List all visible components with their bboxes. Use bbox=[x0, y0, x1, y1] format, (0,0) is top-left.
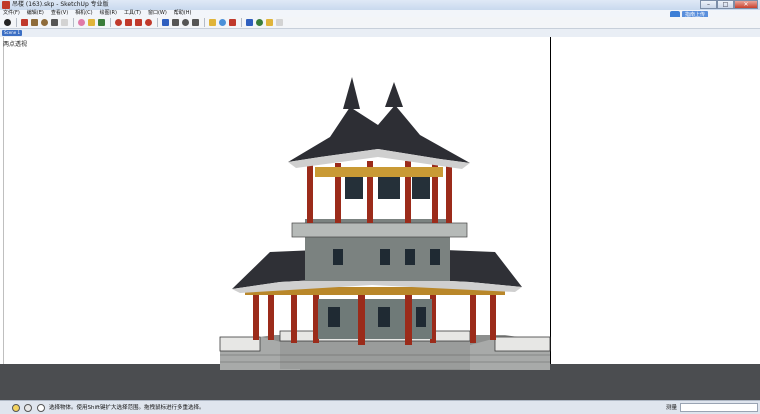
menu-bar: 文件(F) 编辑(E) 查看(V) 相机(C) 绘图(R) 工具(T) 窗口(W… bbox=[0, 10, 760, 17]
move-tool[interactable] bbox=[124, 18, 133, 27]
scene-tab-1[interactable]: Scene 1 bbox=[2, 30, 22, 36]
magnifier-icon bbox=[182, 19, 189, 26]
measurements-label: 测量 bbox=[666, 405, 678, 411]
toolbar-separator bbox=[110, 18, 111, 27]
menu-help[interactable]: 帮助(H) bbox=[174, 10, 192, 17]
window-title: 吊楼 (163).skp - SketchUp 专业版 bbox=[12, 1, 109, 8]
rotate-tool[interactable] bbox=[134, 18, 143, 27]
arc-tool[interactable] bbox=[50, 18, 59, 27]
circle-icon bbox=[41, 19, 48, 26]
toolbar-separator bbox=[16, 18, 17, 27]
circle-tool[interactable] bbox=[40, 18, 49, 27]
move-icon bbox=[125, 19, 132, 26]
tape-icon bbox=[88, 19, 95, 26]
eraser-icon bbox=[78, 19, 85, 26]
offset-icon bbox=[145, 19, 152, 26]
zoom-extents-tool[interactable] bbox=[191, 18, 200, 27]
pencil-icon bbox=[21, 19, 28, 26]
orbit-icon bbox=[162, 19, 169, 26]
help-icon[interactable] bbox=[37, 404, 45, 412]
arc-icon bbox=[51, 19, 58, 26]
zoom-extents-icon bbox=[192, 19, 199, 26]
pushpull-icon bbox=[115, 19, 122, 26]
status-message: 选择物体。使用Shift键扩大选择范围。拖拽鼠标进行多重选择。 bbox=[49, 405, 205, 411]
styles-tool[interactable] bbox=[265, 18, 274, 27]
share-model-tool[interactable] bbox=[218, 18, 227, 27]
sketchup-window: 吊楼 (163).skp - SketchUp 专业版 – □ ✕ 文件(F) … bbox=[0, 0, 760, 414]
toolbar-separator bbox=[241, 18, 242, 27]
toolbar-separator bbox=[73, 18, 74, 27]
component-icon bbox=[61, 19, 68, 26]
share-icon bbox=[219, 19, 226, 26]
warehouse-tool[interactable] bbox=[208, 18, 217, 27]
hand-icon bbox=[172, 19, 179, 26]
bucket-icon bbox=[98, 19, 105, 26]
menu-tools[interactable]: 工具(T) bbox=[124, 10, 141, 17]
window-controls: – □ ✕ bbox=[700, 0, 758, 9]
make-component-tool[interactable] bbox=[60, 18, 69, 27]
extension-tool[interactable] bbox=[228, 18, 237, 27]
balcony-railing bbox=[291, 222, 468, 238]
paint-bucket-tool[interactable] bbox=[97, 18, 106, 27]
model-info-icon bbox=[246, 19, 253, 26]
layout-tool[interactable] bbox=[255, 18, 264, 27]
rotate-icon bbox=[135, 19, 142, 26]
sketchup-logo-icon bbox=[2, 1, 10, 9]
status-bar: 选择物体。使用Shift键扩大选择范围。拖拽鼠标进行多重选择。 测量 bbox=[0, 400, 760, 414]
layout-icon bbox=[256, 19, 263, 26]
styles-icon bbox=[266, 19, 273, 26]
pan-tool[interactable] bbox=[171, 18, 180, 27]
orbit-tool[interactable] bbox=[161, 18, 170, 27]
rectangle-icon bbox=[31, 19, 38, 26]
extension-icon bbox=[229, 19, 236, 26]
warehouse-icon bbox=[209, 19, 216, 26]
menu-file[interactable]: 文件(F) bbox=[3, 10, 20, 17]
menu-camera[interactable]: 相机(C) bbox=[75, 10, 92, 17]
measurements-input[interactable] bbox=[680, 403, 758, 412]
scene-tabs: Scene 1 bbox=[0, 29, 760, 37]
menu-view[interactable]: 查看(V) bbox=[51, 10, 68, 17]
toolbar-separator bbox=[204, 18, 205, 27]
geo-location-icon[interactable] bbox=[12, 404, 20, 412]
minimize-button[interactable]: – bbox=[700, 0, 717, 9]
pavilion-model bbox=[219, 77, 551, 370]
menu-window[interactable]: 窗口(W) bbox=[148, 10, 167, 17]
menu-edit[interactable]: 编辑(E) bbox=[27, 10, 44, 17]
push-pull-tool[interactable] bbox=[114, 18, 123, 27]
drawing-viewport[interactable]: 两点透视 bbox=[0, 37, 760, 400]
sandbox-icon bbox=[276, 19, 283, 26]
line-tool[interactable] bbox=[20, 18, 29, 27]
close-button[interactable]: ✕ bbox=[734, 0, 758, 9]
rectangle-tool[interactable] bbox=[30, 18, 39, 27]
arrow-icon bbox=[4, 19, 11, 26]
eraser-tool[interactable] bbox=[77, 18, 86, 27]
sandbox-tool[interactable] bbox=[275, 18, 284, 27]
main-toolbar bbox=[0, 17, 760, 29]
zoom-tool[interactable] bbox=[181, 18, 190, 27]
select-tool[interactable] bbox=[3, 18, 12, 27]
perspective-label: 两点透视 bbox=[3, 41, 28, 48]
tape-measure-tool[interactable] bbox=[87, 18, 96, 27]
menu-draw[interactable]: 绘图(R) bbox=[100, 10, 117, 17]
toolbar-separator bbox=[157, 18, 158, 27]
maximize-button[interactable]: □ bbox=[717, 0, 734, 9]
credits-icon[interactable] bbox=[24, 404, 32, 412]
title-bar: 吊楼 (163).skp - SketchUp 专业版 – □ ✕ bbox=[0, 0, 760, 10]
model-info-tool[interactable] bbox=[245, 18, 254, 27]
offset-tool[interactable] bbox=[144, 18, 153, 27]
